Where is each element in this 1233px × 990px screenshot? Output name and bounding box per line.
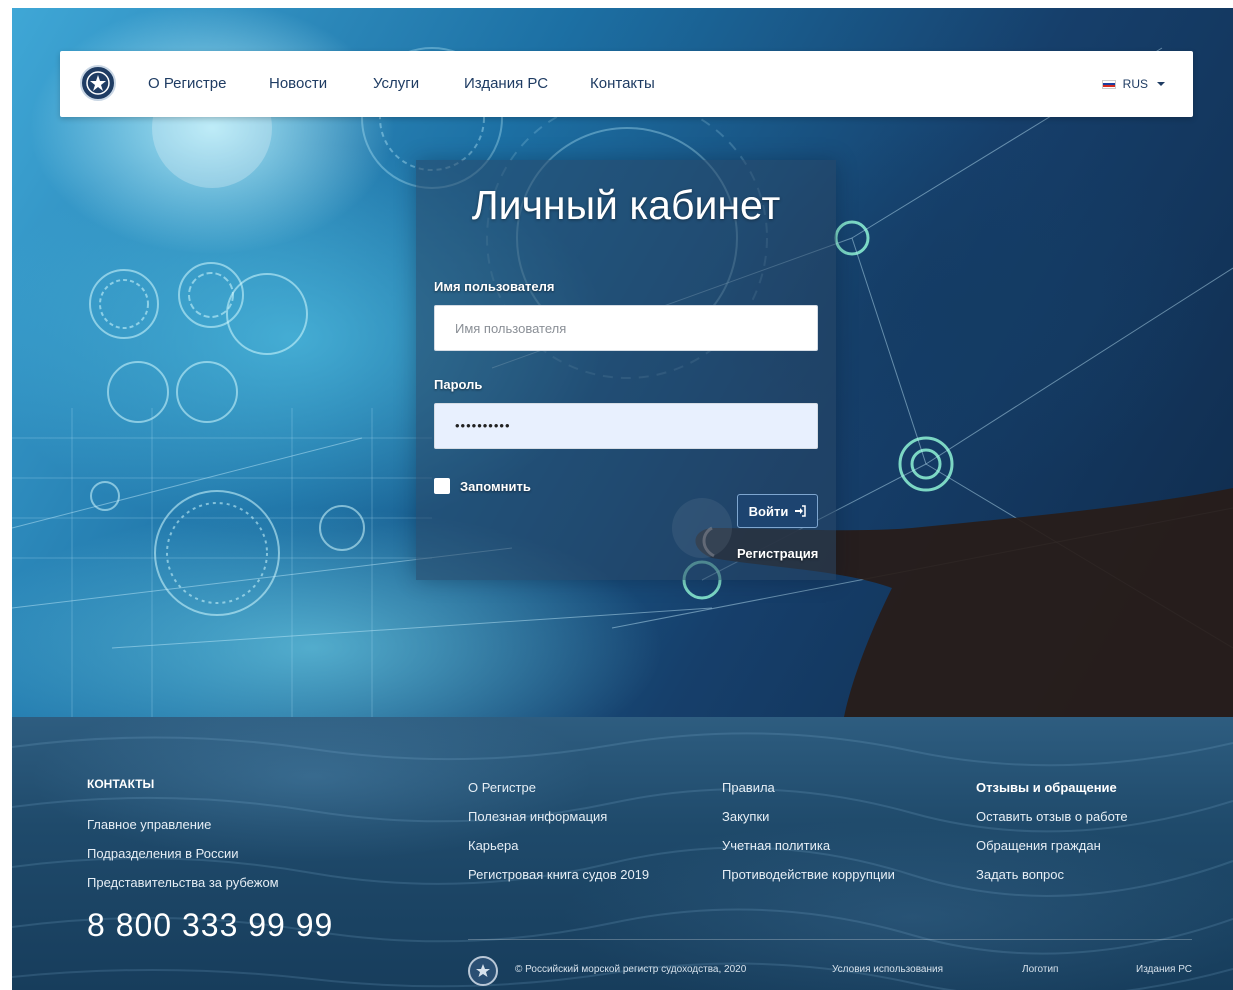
nav-item-contacts[interactable]: Контакты <box>590 75 655 92</box>
footer-link-russia-branches[interactable]: Подразделения в России <box>87 846 239 861</box>
nav-item-about[interactable]: О Регистре <box>148 75 226 92</box>
remember-checkbox[interactable] <box>434 478 450 494</box>
footer-contacts-heading: КОНТАКТЫ <box>87 777 155 791</box>
footer-link-logo[interactable]: Логотип <box>1022 964 1058 975</box>
language-label: RUS <box>1122 77 1148 91</box>
footer-link-register-book[interactable]: Регистровая книга судов 2019 <box>468 867 649 882</box>
russia-flag-icon <box>1101 79 1116 89</box>
login-button-label: Войти <box>748 503 789 519</box>
nav-item-services[interactable]: Услуги <box>373 75 419 92</box>
footer-link-head-office[interactable]: Главное управление <box>87 817 211 832</box>
footer-link-about[interactable]: О Регистре <box>468 780 536 795</box>
footer-emblem-icon <box>468 956 498 986</box>
remember-me[interactable]: Запомнить <box>434 478 531 494</box>
page-frame: О Регистре Новости Услуги Издания РС Кон… <box>12 8 1233 990</box>
footer-link-procurement[interactable]: Закупки <box>722 809 769 824</box>
nav-item-publications[interactable]: Издания РС <box>464 75 548 92</box>
footer-link-accounting-policy[interactable]: Учетная политика <box>722 838 830 853</box>
footer-link-career[interactable]: Карьера <box>468 838 519 853</box>
footer-link-foreign-offices[interactable]: Представительства за рубежом <box>87 875 279 890</box>
footer-link-publications[interactable]: Издания РС <box>1136 964 1192 975</box>
login-button[interactable]: Войти <box>737 494 818 528</box>
username-input[interactable] <box>434 305 818 351</box>
login-panel: Личный кабинет Имя пользователя Пароль •… <box>416 160 836 580</box>
footer-link-useful-info[interactable]: Полезная информация <box>468 809 607 824</box>
footer-link-citizen-appeals[interactable]: Обращения граждан <box>976 838 1101 853</box>
footer-link-leave-feedback[interactable]: Оставить отзыв о работе <box>976 809 1128 824</box>
chevron-down-icon <box>1157 82 1165 86</box>
footer-link-ask-question[interactable]: Задать вопрос <box>976 867 1064 882</box>
footer-link-terms[interactable]: Условия использования <box>832 964 943 975</box>
footer-divider <box>468 939 1192 940</box>
username-label: Имя пользователя <box>434 279 555 294</box>
footer-feedback-heading[interactable]: Отзывы и обращение <box>976 780 1117 795</box>
password-input[interactable]: •••••••••• <box>434 403 818 449</box>
sign-in-icon <box>795 505 807 517</box>
footer: КОНТАКТЫ Главное управление Подразделени… <box>12 717 1233 990</box>
language-selector[interactable]: RUS <box>1101 77 1165 91</box>
login-title: Личный кабинет <box>471 182 781 228</box>
remember-label: Запомнить <box>460 478 531 494</box>
password-label: Пароль <box>434 377 483 392</box>
register-link[interactable]: Регистрация <box>737 546 818 561</box>
copyright: © Российский морской регистр судоходства… <box>515 964 747 975</box>
footer-link-rules[interactable]: Правила <box>722 780 775 795</box>
footer-link-anti-corruption[interactable]: Противодействие коррупции <box>722 867 895 882</box>
nav-item-news[interactable]: Новости <box>269 75 327 92</box>
top-navbar: О Регистре Новости Услуги Издания РС Кон… <box>60 51 1193 117</box>
footer-phone[interactable]: 8 800 333 99 99 <box>87 907 333 944</box>
rs-emblem-icon[interactable] <box>80 65 116 101</box>
